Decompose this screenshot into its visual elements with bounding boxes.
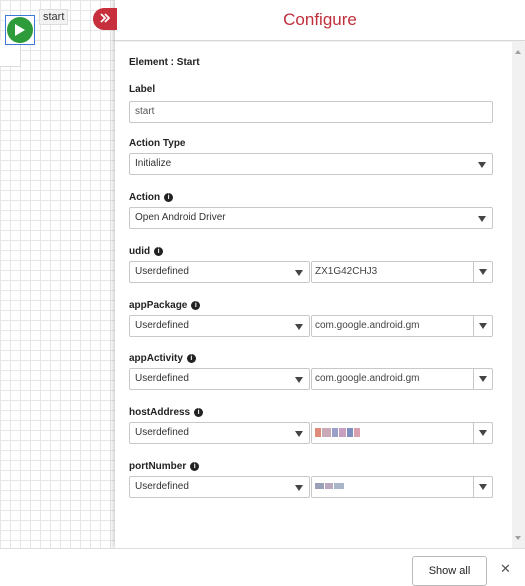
host-address-dropdown-button[interactable] <box>473 423 492 443</box>
panel-body: Element : Start Label start Action Type … <box>115 42 512 548</box>
element-title: Element : Start <box>129 57 200 68</box>
action-label: Action i <box>129 192 174 203</box>
info-icon: i <box>190 462 200 471</box>
host-address-label: hostAddress i <box>129 407 204 418</box>
app-package-dropdown-button[interactable] <box>473 316 492 336</box>
redacted-value <box>315 423 361 443</box>
caret-down-icon <box>479 430 487 436</box>
show-all-button[interactable]: Show all <box>412 556 487 586</box>
caret-down-icon <box>295 431 303 437</box>
app-package-label: appPackage i <box>129 300 201 311</box>
panel-header: Configure <box>115 0 525 41</box>
app-activity-dropdown-button[interactable] <box>473 369 492 389</box>
info-icon: i <box>154 247 164 256</box>
app-activity-mode-select[interactable]: Userdefined <box>129 368 310 390</box>
start-node[interactable] <box>5 15 35 45</box>
caret-down-icon <box>479 484 487 490</box>
port-number-value-combo[interactable] <box>311 476 493 498</box>
info-icon: i <box>194 408 204 417</box>
caret-down-icon <box>479 323 487 329</box>
action-type-select[interactable]: Initialize <box>129 153 493 175</box>
caret-down-icon <box>479 269 487 275</box>
app-activity-value-combo[interactable]: com.google.android.gm <box>311 368 493 390</box>
port-number-dropdown-button[interactable] <box>473 477 492 497</box>
port-number-label: portNumber i <box>129 461 200 472</box>
label-field-label: Label <box>129 84 156 95</box>
app-activity-label: appActivity i <box>129 353 196 364</box>
info-icon: i <box>164 193 174 202</box>
action-type-label: Action Type <box>129 138 186 149</box>
scroll-down-icon[interactable] <box>515 536 521 540</box>
start-node-label: start <box>39 9 69 25</box>
action-select[interactable]: Open Android Driver <box>129 207 493 229</box>
host-address-value-combo[interactable] <box>311 422 493 444</box>
play-icon <box>7 17 33 43</box>
caret-down-icon <box>295 270 303 276</box>
label-input[interactable]: start <box>129 101 493 123</box>
port-number-mode-select[interactable]: Userdefined <box>129 476 310 498</box>
udid-dropdown-button[interactable] <box>473 262 492 282</box>
udid-value-combo[interactable]: ZX1G42CHJ3 <box>311 261 493 283</box>
panel-title: Configure <box>283 10 357 29</box>
caret-down-icon <box>295 485 303 491</box>
chevron-double-right-icon <box>100 10 111 28</box>
caret-down-icon <box>295 377 303 383</box>
host-address-mode-select[interactable]: Userdefined <box>129 422 310 444</box>
info-icon: i <box>186 354 196 363</box>
udid-label: udid i <box>129 246 164 257</box>
workflow-canvas[interactable] <box>0 0 115 548</box>
caret-down-icon <box>478 216 486 222</box>
collapse-panel-button[interactable] <box>93 8 117 30</box>
panel-scrollbar[interactable] <box>512 42 525 548</box>
app-package-value-combo[interactable]: com.google.android.gm <box>311 315 493 337</box>
app-package-mode-select[interactable]: Userdefined <box>129 315 310 337</box>
caret-down-icon <box>478 162 486 168</box>
scroll-up-icon[interactable] <box>515 50 521 54</box>
downloads-bar: Show all ✕ <box>0 548 525 586</box>
caret-down-icon <box>479 376 487 382</box>
configure-panel: Configure Element : Start Label start Ac… <box>115 0 525 548</box>
close-icon[interactable]: ✕ <box>500 561 511 577</box>
udid-mode-select[interactable]: Userdefined <box>129 261 310 283</box>
caret-down-icon <box>295 324 303 330</box>
info-icon: i <box>191 301 201 310</box>
redacted-value <box>315 477 345 497</box>
